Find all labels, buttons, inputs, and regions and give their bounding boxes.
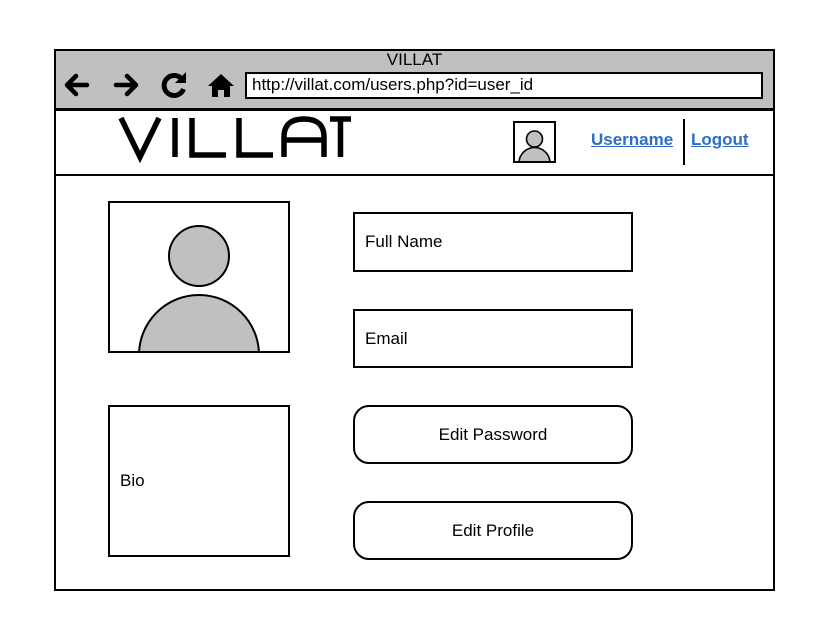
site-logo: [118, 116, 351, 163]
bio-box: Bio: [108, 405, 290, 557]
forward-button[interactable]: [110, 68, 144, 102]
home-icon: [208, 74, 234, 97]
full-name-label: Full Name: [365, 232, 443, 251]
home-button[interactable]: [204, 68, 238, 102]
reload-button[interactable]: [157, 68, 191, 102]
logout-link[interactable]: Logout: [691, 130, 749, 150]
forward-arrow-icon: [113, 73, 139, 97]
back-button[interactable]: [59, 68, 93, 102]
nav-divider: [683, 119, 685, 165]
email-field[interactable]: Email: [353, 309, 633, 368]
edit-profile-button[interactable]: Edit Profile: [353, 501, 633, 560]
reload-icon: [161, 72, 186, 98]
edit-password-button[interactable]: Edit Password: [353, 405, 633, 464]
edit-password-label: Edit Password: [438, 424, 548, 444]
back-arrow-icon: [64, 73, 90, 97]
profile-photo: [108, 201, 290, 353]
address-bar[interactable]: http://villat.com/users.php?id=user_id: [245, 72, 763, 99]
email-label: Email: [365, 328, 408, 348]
window-title: VILLAT: [386, 50, 443, 69]
profile-avatar-icon: [138, 225, 260, 351]
username-link[interactable]: Username: [591, 130, 673, 150]
bio-label: Bio: [120, 471, 145, 490]
edit-profile-label: Edit Profile: [451, 520, 535, 540]
full-name-field[interactable]: Full Name: [353, 212, 633, 272]
user-avatar[interactable]: [513, 121, 556, 163]
user-avatar-icon: [518, 130, 551, 161]
